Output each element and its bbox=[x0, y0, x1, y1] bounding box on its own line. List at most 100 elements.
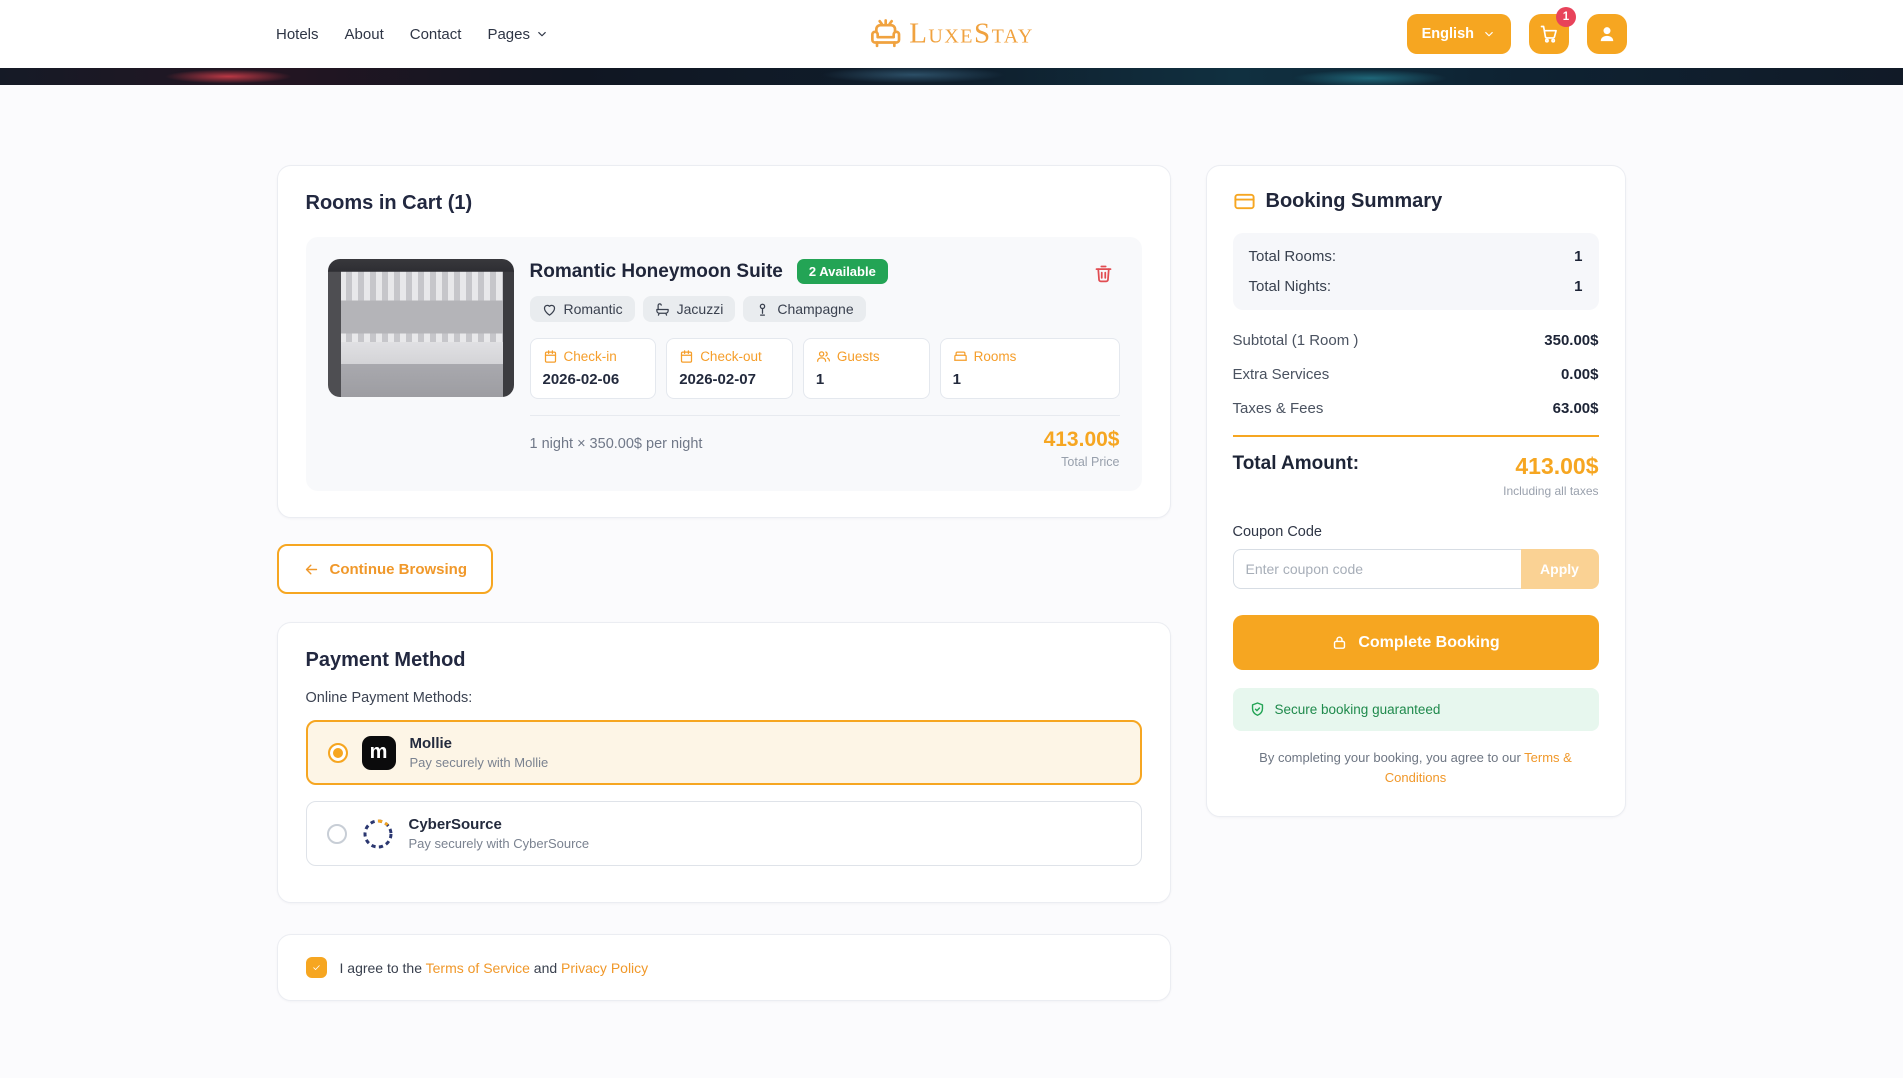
payment-subtitle: Online Payment Methods: bbox=[306, 690, 1142, 706]
agreement-prefix: I agree to the bbox=[340, 960, 426, 976]
checkout-value: 2026-02-07 bbox=[679, 371, 780, 388]
checkout-field: Check-out 2026-02-07 bbox=[666, 338, 793, 399]
continue-browsing-button[interactable]: Continue Browsing bbox=[277, 544, 494, 594]
coupon-group: Apply bbox=[1233, 549, 1599, 589]
agreement-conjunction: and bbox=[530, 960, 561, 976]
tag-label: Romantic bbox=[564, 301, 623, 317]
nav-item-pages[interactable]: Pages bbox=[487, 26, 549, 43]
language-button[interactable]: English bbox=[1407, 14, 1511, 54]
total-amount-row: Total Amount: 413.00$ bbox=[1233, 453, 1599, 480]
total-nights-value: 1 bbox=[1574, 278, 1582, 295]
booking-summary-title: Booking Summary bbox=[1266, 190, 1443, 213]
summary-terms-prefix: By completing your booking, you agree to… bbox=[1259, 750, 1524, 765]
profile-button[interactable] bbox=[1587, 14, 1627, 54]
shield-check-icon bbox=[1249, 701, 1266, 718]
guests-field: Guests 1 bbox=[803, 338, 930, 399]
room-total-price-label: Total Price bbox=[1044, 455, 1120, 469]
price-row: 1 night × 350.00$ per night 413.00$ Tota… bbox=[530, 415, 1120, 469]
rooms-in-cart-card: Rooms in Cart (1) Romantic Honeymoon Sui… bbox=[277, 165, 1171, 518]
mollie-radio[interactable] bbox=[328, 743, 348, 763]
total-nights-row: Total Nights: 1 bbox=[1249, 278, 1583, 295]
chevron-down-icon bbox=[1482, 27, 1496, 41]
agree-checkbox[interactable] bbox=[306, 957, 327, 978]
main-nav: Hotels About Contact Pages bbox=[276, 26, 549, 43]
guests-label: Guests bbox=[837, 349, 880, 364]
rooms-field: Rooms 1 bbox=[940, 338, 1120, 399]
credit-card-icon bbox=[1233, 190, 1256, 213]
checkin-value: 2026-02-06 bbox=[543, 371, 644, 388]
subtotal-label: Subtotal (1 Room ) bbox=[1233, 332, 1359, 349]
room-total-price: 413.00$ bbox=[1044, 428, 1120, 452]
room-cart-item: Romantic Honeymoon Suite 2 Available Rom… bbox=[306, 237, 1142, 491]
availability-badge: 2 Available bbox=[797, 259, 888, 284]
booking-fields: Check-in 2026-02-06 Check-out 2026-02-07 bbox=[530, 338, 1120, 399]
checkin-field: Check-in 2026-02-06 bbox=[530, 338, 657, 399]
extra-services-value: 0.00$ bbox=[1561, 366, 1599, 383]
rooms-in-cart-title: Rooms in Cart (1) bbox=[306, 192, 1142, 215]
cybersource-radio[interactable] bbox=[327, 824, 347, 844]
secure-booking-text: Secure booking guaranteed bbox=[1275, 702, 1441, 717]
calendar-icon bbox=[543, 349, 558, 364]
continue-browsing-label: Continue Browsing bbox=[330, 561, 468, 578]
summary-lines: Subtotal (1 Room ) 350.00$ Extra Service… bbox=[1233, 332, 1599, 417]
complete-booking-label: Complete Booking bbox=[1358, 634, 1499, 652]
user-icon bbox=[1597, 24, 1617, 44]
check-icon bbox=[312, 961, 321, 974]
agreement-text: I agree to the Terms of Service and Priv… bbox=[340, 960, 649, 976]
apply-coupon-button[interactable]: Apply bbox=[1521, 549, 1599, 589]
hero-image-strip bbox=[0, 68, 1903, 85]
language-label: English bbox=[1422, 26, 1474, 42]
bed-icon bbox=[953, 349, 968, 364]
coupon-code-label: Coupon Code bbox=[1233, 524, 1599, 540]
tag-jacuzzi: Jacuzzi bbox=[643, 296, 736, 322]
room-tags: Romantic Jacuzzi Champagne bbox=[530, 296, 1120, 322]
logo-text: LuxeStay bbox=[909, 18, 1034, 51]
nav-item-contact[interactable]: Contact bbox=[410, 26, 462, 43]
nav-item-hotels[interactable]: Hotels bbox=[276, 26, 319, 43]
guests-icon bbox=[816, 349, 831, 364]
total-rooms-value: 1 bbox=[1574, 248, 1582, 265]
subtotal-row: Subtotal (1 Room ) 350.00$ bbox=[1233, 332, 1599, 349]
arrow-left-icon bbox=[303, 561, 320, 578]
terms-of-service-link[interactable]: Terms of Service bbox=[426, 960, 530, 976]
mollie-description: Pay securely with Mollie bbox=[410, 755, 549, 770]
remove-room-button[interactable] bbox=[1091, 261, 1116, 286]
taxes-fees-label: Taxes & Fees bbox=[1233, 400, 1324, 417]
subtotal-value: 350.00$ bbox=[1544, 332, 1598, 349]
total-amount-note: Including all taxes bbox=[1233, 484, 1599, 498]
taxes-fees-row: Taxes & Fees 63.00$ bbox=[1233, 400, 1599, 417]
secure-booking-box: Secure booking guaranteed bbox=[1233, 688, 1599, 731]
logo[interactable]: LuxeStay bbox=[869, 18, 1034, 51]
tag-champagne: Champagne bbox=[743, 296, 865, 322]
complete-booking-button[interactable]: Complete Booking bbox=[1233, 615, 1599, 670]
cart-button[interactable]: 1 bbox=[1529, 14, 1569, 54]
cybersource-logo bbox=[361, 817, 395, 851]
total-amount-label: Total Amount: bbox=[1233, 453, 1360, 475]
sofa-logo-icon bbox=[869, 18, 901, 50]
checkout-label: Check-out bbox=[700, 349, 762, 364]
mollie-name: Mollie bbox=[410, 735, 549, 752]
extra-services-label: Extra Services bbox=[1233, 366, 1330, 383]
nav-item-about[interactable]: About bbox=[345, 26, 384, 43]
room-image bbox=[328, 259, 514, 397]
extra-services-row: Extra Services 0.00$ bbox=[1233, 366, 1599, 383]
privacy-policy-link[interactable]: Privacy Policy bbox=[561, 960, 648, 976]
payment-option-mollie[interactable]: m Mollie Pay securely with Mollie bbox=[306, 720, 1142, 785]
rooms-label: Rooms bbox=[974, 349, 1017, 364]
champagne-icon bbox=[755, 302, 770, 317]
heart-icon bbox=[542, 302, 557, 317]
booking-summary-card: Booking Summary Total Rooms: 1 Total Nig… bbox=[1206, 165, 1626, 817]
guests-value: 1 bbox=[816, 371, 917, 388]
chevron-down-icon bbox=[535, 27, 549, 41]
checkin-label: Check-in bbox=[564, 349, 617, 364]
coupon-input[interactable] bbox=[1233, 549, 1521, 589]
agreement-card: I agree to the Terms of Service and Priv… bbox=[277, 934, 1171, 1001]
room-name: Romantic Honeymoon Suite bbox=[530, 261, 783, 283]
tag-label: Jacuzzi bbox=[677, 301, 724, 317]
tag-romantic: Romantic bbox=[530, 296, 635, 322]
summary-divider bbox=[1233, 435, 1599, 437]
payment-option-cybersource[interactable]: CyberSource Pay securely with CyberSourc… bbox=[306, 801, 1142, 866]
lock-icon bbox=[1331, 634, 1348, 651]
summary-terms-note: By completing your booking, you agree to… bbox=[1233, 748, 1599, 788]
total-amount-value: 413.00$ bbox=[1515, 453, 1598, 480]
